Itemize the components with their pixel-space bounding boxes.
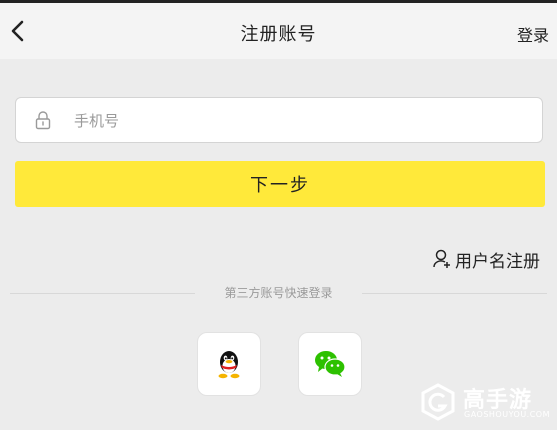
login-link[interactable]: 登录 (517, 22, 549, 46)
phone-input[interactable] (72, 98, 526, 144)
qq-login-button[interactable] (197, 332, 261, 396)
gaoshouyou-logo-icon (421, 383, 455, 421)
user-add-icon (433, 249, 450, 268)
page-title: 注册账号 (240, 24, 317, 45)
nav-header: 注册账号 登录 (0, 3, 557, 59)
watermark-domain: GAOSHOUYOU.COM (464, 410, 551, 419)
next-step-button[interactable]: 下一步 (15, 161, 545, 207)
lock-icon (35, 111, 51, 130)
divider-line-right (362, 293, 547, 294)
username-register-link[interactable]: 用户名注册 (432, 247, 540, 272)
third-party-divider: 第三方账号快速登录 (10, 285, 547, 301)
phone-field-container[interactable] (15, 97, 543, 144)
wechat-login-button[interactable] (298, 332, 362, 396)
watermark: 高手游 GAOSHOUYOU.COM (417, 380, 557, 430)
username-register-label: 用户名注册 (455, 251, 540, 272)
wechat-icon (315, 351, 346, 377)
qq-penguin-icon (218, 351, 240, 379)
